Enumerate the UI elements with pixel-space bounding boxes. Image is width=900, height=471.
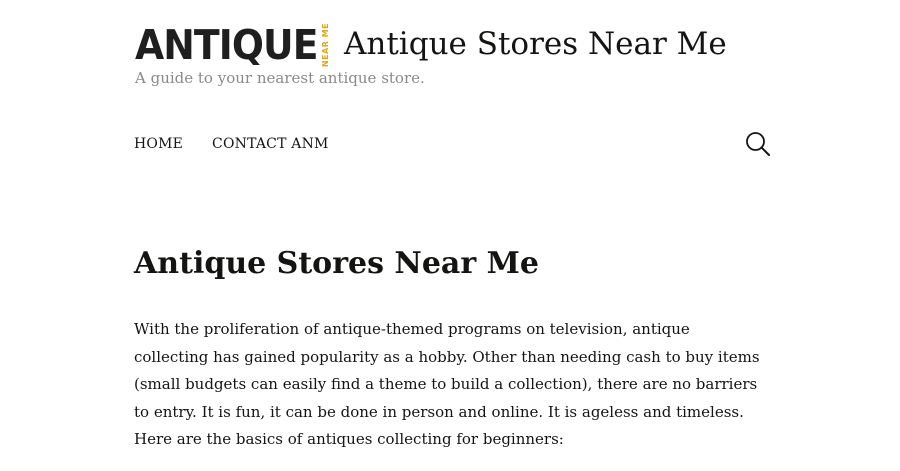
nav-item-contact[interactable]: CONTACT ANM — [212, 134, 329, 154]
search-button[interactable] — [744, 130, 772, 158]
logo-tag-text: NEAR ME — [321, 22, 331, 68]
main-nav: HOME CONTACT ANM — [134, 134, 329, 154]
search-icon — [746, 132, 770, 156]
logo-tag: NEAR ME — [321, 22, 331, 68]
intro-line: With the proliferation of antique-themed… — [134, 320, 690, 338]
intro-paragraph: With the proliferation of antique-themed… — [134, 316, 774, 454]
page-title: Antique Stores Near Me — [134, 246, 539, 281]
intro-line: collecting has gained popularity as a ho… — [134, 347, 760, 366]
site-title[interactable]: Antique Stores Near Me — [344, 24, 727, 64]
site-tagline: A guide to your nearest antique store. — [135, 69, 425, 87]
intro-line: (small budgets can easily find a theme t… — [134, 375, 758, 393]
intro-line: to entry. It is fun, it can be done in p… — [134, 402, 744, 421]
site-logo[interactable]: ANTIQUE NEAR ME — [135, 21, 333, 69]
nav-item-home[interactable]: HOME — [134, 134, 183, 154]
intro-line: Here are the basics of antiques collecti… — [134, 430, 564, 448]
logo-word: ANTIQUE — [135, 21, 318, 69]
